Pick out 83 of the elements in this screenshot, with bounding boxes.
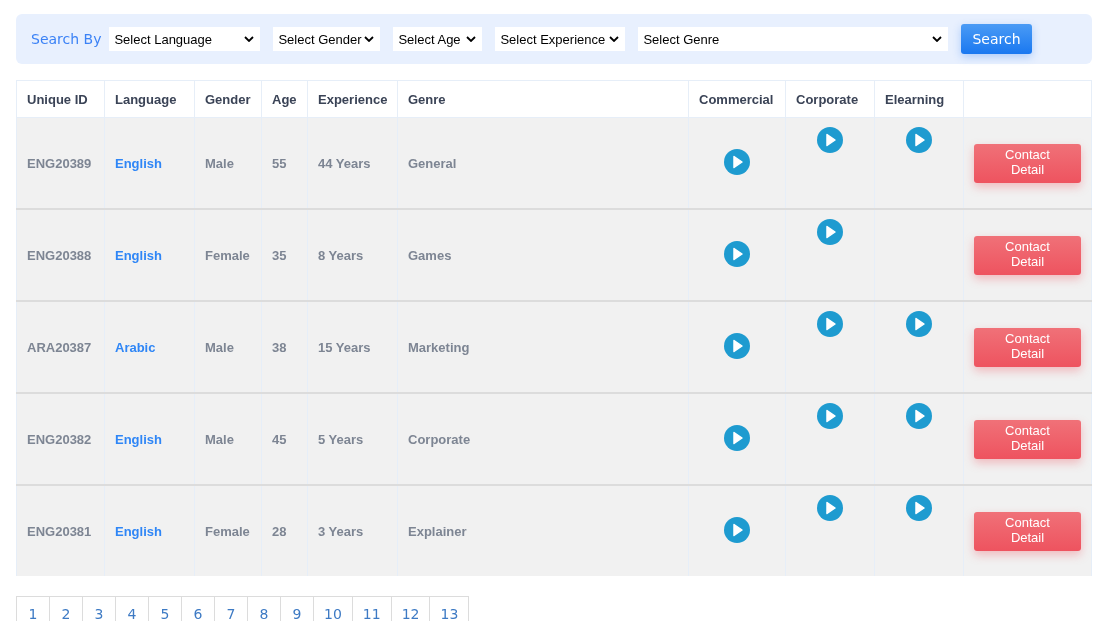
contact-detail-button[interactable]: Contact Detail xyxy=(974,235,1081,275)
play-icon[interactable] xyxy=(817,311,843,337)
page-link[interactable]: 12 xyxy=(390,596,431,621)
column-header: Commercial xyxy=(699,91,774,107)
play-icon[interactable] xyxy=(817,495,843,521)
column-header: Unique ID xyxy=(27,91,88,107)
table-cell: ENG20381 xyxy=(27,523,92,539)
language-link[interactable]: English xyxy=(115,247,162,263)
play-icon[interactable] xyxy=(724,148,750,175)
page-link[interactable]: 8 xyxy=(247,596,281,621)
caret-icon xyxy=(609,36,620,42)
caret-icon xyxy=(466,36,477,42)
play-icon[interactable] xyxy=(906,495,932,521)
page-link[interactable]: 7 xyxy=(214,596,248,621)
page-link[interactable]: 11 xyxy=(351,596,392,621)
filter-dropdown[interactable]: Select Language xyxy=(109,27,261,51)
play-icon[interactable] xyxy=(906,403,932,429)
play-icon[interactable] xyxy=(906,311,932,337)
column-header: Elearning xyxy=(885,91,945,107)
caret-icon xyxy=(364,36,375,42)
table-cell: 28 xyxy=(272,523,287,539)
column-header: Gender xyxy=(205,91,251,107)
table-cell: ENG20388 xyxy=(27,247,92,263)
table-cell: ENG20382 xyxy=(27,431,92,447)
filter-dropdown[interactable]: Select Experience xyxy=(495,27,626,51)
table-cell: Corporate xyxy=(408,431,471,447)
table-cell: Female xyxy=(205,247,250,263)
filter-dropdown[interactable]: Select Genre xyxy=(638,27,949,51)
table-cell: Marketing xyxy=(408,339,470,355)
page-link[interactable]: 6 xyxy=(181,596,215,621)
column-header: Genre xyxy=(408,91,446,107)
page-link[interactable]: 2 xyxy=(49,596,83,621)
page-link[interactable]: 3 xyxy=(82,596,116,621)
table-cell: Games xyxy=(408,247,452,263)
table-cell: Male xyxy=(205,431,234,447)
table-cell: ENG20389 xyxy=(27,155,92,171)
page-link[interactable]: 13 xyxy=(429,596,470,621)
table-cell: 15 Years xyxy=(318,339,371,355)
table-cell: 8 Years xyxy=(318,247,364,263)
page-link[interactable]: 4 xyxy=(115,596,149,621)
table-cell: 45 xyxy=(272,431,287,447)
table-cell: Male xyxy=(205,339,234,355)
language-link[interactable]: Arabic xyxy=(115,339,156,355)
table-cell: Female xyxy=(205,523,250,539)
column-header: Language xyxy=(115,91,177,107)
table-cell: General xyxy=(408,155,457,171)
contact-detail-button[interactable]: Contact Detail xyxy=(974,327,1081,367)
page-link[interactable]: 1 xyxy=(16,596,50,621)
page-link[interactable]: 9 xyxy=(280,596,314,621)
table-cell: 38 xyxy=(272,339,287,355)
table-cell: 55 xyxy=(272,155,287,171)
table-cell: 44 Years xyxy=(318,155,371,171)
contact-detail-button[interactable]: Contact Detail xyxy=(974,511,1081,551)
filter-dropdown[interactable]: Select Age xyxy=(393,27,483,51)
column-header: Corporate xyxy=(796,91,859,107)
play-icon[interactable] xyxy=(724,516,750,543)
play-icon[interactable] xyxy=(724,240,750,267)
column-header: Experience xyxy=(318,91,388,107)
play-icon[interactable] xyxy=(817,127,843,153)
language-link[interactable]: English xyxy=(115,155,162,171)
contact-detail-button[interactable]: Contact Detail xyxy=(974,419,1081,459)
play-icon[interactable] xyxy=(906,127,932,153)
page-link[interactable]: 10 xyxy=(313,596,353,621)
contact-detail-button[interactable]: Contact Detail xyxy=(974,143,1081,183)
table-cell: 35 xyxy=(272,247,287,263)
caret-icon xyxy=(932,36,943,42)
column-header: Age xyxy=(272,91,297,107)
page-link[interactable]: 5 xyxy=(148,596,182,621)
table-cell: ARA20387 xyxy=(27,339,92,355)
play-icon[interactable] xyxy=(724,424,750,451)
language-link[interactable]: English xyxy=(115,523,162,539)
table-cell: Male xyxy=(205,155,234,171)
filter-dropdown[interactable]: Select Gender xyxy=(273,27,381,51)
search-button[interactable]: Search xyxy=(961,24,1032,54)
caret-icon xyxy=(244,36,255,42)
table-cell: 5 Years xyxy=(318,431,364,447)
play-icon[interactable] xyxy=(817,219,843,245)
play-icon[interactable] xyxy=(724,332,750,359)
table-cell: 3 Years xyxy=(318,523,364,539)
search-by-label: Search By xyxy=(31,31,102,47)
play-icon[interactable] xyxy=(817,403,843,429)
language-link[interactable]: English xyxy=(115,431,162,447)
table-cell: Explainer xyxy=(408,523,467,539)
